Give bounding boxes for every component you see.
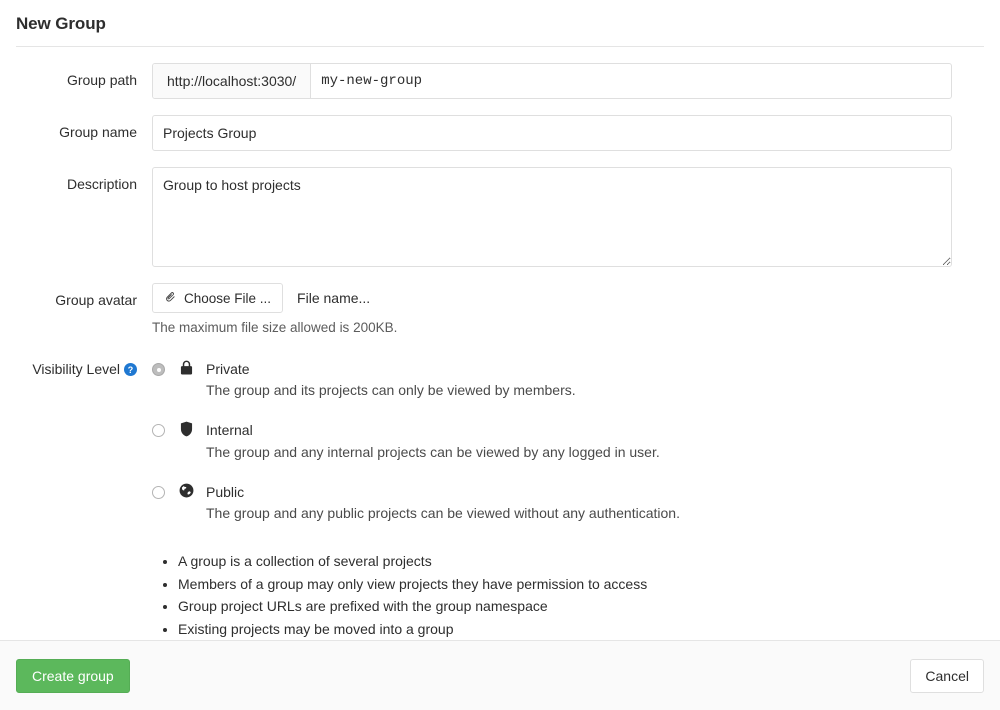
shield-icon (178, 421, 195, 437)
visibility-level-label: Visibility Level? (16, 359, 152, 382)
list-item: A group is a collection of several proje… (178, 550, 984, 573)
visibility-options-wrap: Private The group and its projects can o… (152, 359, 984, 641)
visibility-level-label-text: Visibility Level (32, 361, 120, 377)
group-name-label: Group name (16, 115, 152, 143)
visibility-internal-name: Internal (206, 420, 984, 440)
form-row-group-avatar: Group avatar Choose File ... File name..… (16, 283, 984, 335)
new-group-page: New Group Group path http://localhost:30… (0, 0, 1000, 710)
form-row-group-name: Group name (16, 115, 984, 151)
lock-icon (178, 360, 195, 376)
group-path-input-group[interactable]: http://localhost:3030/ (152, 63, 952, 99)
page-header: New Group (0, 0, 1000, 46)
visibility-option-public[interactable]: Public The group and any public projects… (152, 482, 984, 524)
radio-private[interactable] (152, 363, 165, 376)
file-name-text: File name... (297, 290, 370, 306)
visibility-private-name: Private (206, 359, 984, 379)
form-row-group-path: Group path http://localhost:3030/ (16, 63, 984, 99)
description-field-wrap (152, 167, 984, 267)
choose-file-button[interactable]: Choose File ... (152, 283, 283, 313)
visibility-private-text: Private The group and its projects can o… (206, 359, 984, 401)
group-avatar-field-wrap: Choose File ... File name... The maximum… (152, 283, 984, 335)
group-info-list: A group is a collection of several proje… (152, 550, 984, 641)
visibility-public-description: The group and any public projects can be… (206, 503, 984, 524)
group-path-prefix-addon: http://localhost:3030/ (153, 64, 311, 98)
visibility-public-name: Public (206, 482, 984, 502)
description-label: Description (16, 167, 152, 195)
cancel-button[interactable]: Cancel (910, 659, 984, 693)
group-path-input[interactable] (311, 64, 951, 98)
visibility-option-private[interactable]: Private The group and its projects can o… (152, 359, 984, 401)
form-row-visibility: Visibility Level? Private The group and … (16, 359, 984, 641)
avatar-size-hint: The maximum file size allowed is 200KB. (152, 320, 984, 335)
list-item: Group project URLs are prefixed with the… (178, 595, 984, 618)
globe-icon (178, 483, 195, 498)
visibility-public-text: Public The group and any public projects… (206, 482, 984, 524)
visibility-internal-description: The group and any internal projects can … (206, 442, 984, 463)
choose-file-label: Choose File ... (184, 291, 271, 306)
description-textarea[interactable] (152, 167, 952, 267)
svg-text:?: ? (128, 365, 133, 375)
avatar-upload-line: Choose File ... File name... (152, 283, 984, 313)
list-item: Existing projects may be moved into a gr… (178, 618, 984, 641)
radio-public[interactable] (152, 486, 165, 499)
visibility-option-internal[interactable]: Internal The group and any internal proj… (152, 420, 984, 462)
page-title: New Group (16, 14, 984, 34)
group-name-field-wrap (152, 115, 984, 151)
group-avatar-label: Group avatar (16, 283, 152, 311)
list-item: Members of a group may only view project… (178, 573, 984, 596)
new-group-form: Group path http://localhost:3030/ Group … (0, 47, 1000, 641)
visibility-private-description: The group and its projects can only be v… (206, 380, 984, 401)
create-group-button[interactable]: Create group (16, 659, 130, 693)
group-name-input[interactable] (152, 115, 952, 151)
form-footer: Create group Cancel (0, 640, 1000, 710)
paperclip-icon (164, 290, 177, 306)
visibility-internal-text: Internal The group and any internal proj… (206, 420, 984, 462)
group-path-label: Group path (16, 63, 152, 91)
form-row-description: Description (16, 167, 984, 267)
help-question-icon[interactable]: ? (124, 362, 137, 382)
radio-internal[interactable] (152, 424, 165, 437)
group-path-field-wrap: http://localhost:3030/ (152, 63, 984, 99)
